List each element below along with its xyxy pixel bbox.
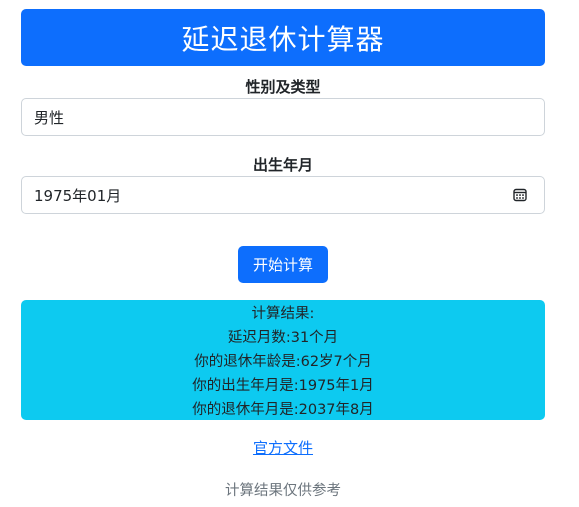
gender-select[interactable]: 男性 <box>21 98 545 136</box>
birth-date-label: 出生年月 <box>252 156 313 174</box>
gender-select-value: 男性 <box>34 108 65 127</box>
page-title: 延迟退休计算器 <box>21 9 545 66</box>
result-delay-months: 延迟月数:31个月 <box>227 330 339 346</box>
page-title-text: 延迟退休计算器 <box>181 22 385 56</box>
result-heading: 计算结果: <box>251 306 315 322</box>
official-document-link[interactable]: 官方文件 <box>253 439 313 457</box>
result-panel: 计算结果: 延迟月数:31个月 你的退休年龄是:62岁7个月 你的出生年月是:1… <box>21 300 545 420</box>
birth-date-input[interactable]: 1975年01月 <box>21 176 545 214</box>
official-document-link-wrap: 官方文件 <box>21 437 545 458</box>
result-retirement-age: 你的退休年龄是:62岁7个月 <box>194 354 372 370</box>
birth-date-value: 1975年01月 <box>34 186 122 205</box>
disclaimer-note: 计算结果仅供参考 <box>225 483 341 499</box>
result-retirement-date: 你的退休年月是:2037年8月 <box>192 402 374 418</box>
calendar-icon[interactable] <box>510 185 530 205</box>
result-birth-date: 你的出生年月是:1975年1月 <box>192 378 374 394</box>
start-calculate-button[interactable]: 开始计算 <box>238 246 328 283</box>
gender-label: 性别及类型 <box>245 78 321 96</box>
calculator-page: 延迟退休计算器 性别及类型 男性 出生年月 1975年01月 开始计算 计算结果… <box>0 0 579 507</box>
